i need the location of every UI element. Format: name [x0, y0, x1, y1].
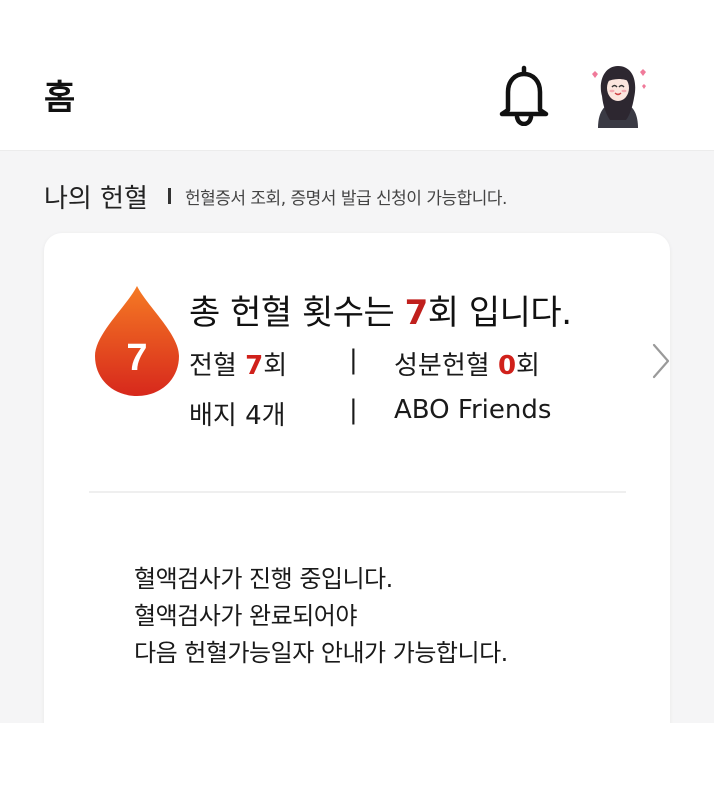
whole-blood-unit: 회 [263, 351, 288, 381]
whole-blood-count: 7 [245, 351, 264, 381]
drop-number: 7 [126, 337, 147, 379]
stat-separator: | [349, 395, 358, 425]
headline-count: 7 [404, 293, 429, 333]
total-donation-headline: 총 헌혈 횟수는 7회 입니다. [189, 285, 572, 334]
section-description: 헌혈증서 조회, 증명서 발급 신청이 가능합니다. [184, 188, 508, 209]
blood-test-notice: 혈액검사가 진행 중입니다. 혈액검사가 완료되어야 다음 헌혈가능일자 안내가… [134, 561, 508, 672]
chevron-right-icon[interactable] [650, 341, 672, 381]
notice-line: 혈액검사가 진행 중입니다. [134, 565, 393, 593]
apheresis-label: 성분헌혈 [394, 351, 498, 381]
section-header: 나의 헌혈 헌혈증서 조회, 증명서 발급 신청이 가능합니다. [44, 176, 507, 216]
bottom-area [0, 723, 714, 801]
card-divider [89, 491, 626, 493]
stat-separator: | [349, 345, 358, 375]
headline-suffix: 회 입니다. [427, 293, 572, 333]
section-title: 나의 헌혈 [44, 183, 148, 214]
whole-blood-label: 전혈 [189, 351, 246, 381]
blood-drop-icon: 7 [95, 286, 179, 396]
profile-avatar[interactable] [584, 58, 652, 130]
notice-line: 혈액검사가 완료되어야 [134, 602, 357, 630]
badge-row: 배지 4개 | ABO Friends [189, 395, 551, 432]
page-title: 홈 [44, 78, 76, 118]
donation-type-row: 전혈 7회 | 성분헌혈 0회 [189, 345, 540, 382]
whole-blood-stat: 전혈 7회 [189, 351, 287, 381]
headline-prefix: 총 헌혈 횟수는 [189, 293, 405, 333]
top-app-bar: 홈 [0, 0, 714, 151]
badge-count: 배지 4개 [189, 401, 286, 431]
apheresis-stat: 성분헌혈 0회 [394, 345, 540, 382]
section-divider [167, 188, 171, 204]
notice-line: 다음 헌혈가능일자 안내가 가능합니다. [134, 639, 508, 667]
bell-icon[interactable] [496, 64, 552, 126]
donation-summary-card[interactable]: 7 총 헌혈 횟수는 7회 입니다. 전혈 7회 | 성분헌혈 0회 배지 4개… [44, 233, 670, 773]
apheresis-unit: 회 [516, 351, 540, 381]
badge-name: ABO Friends [394, 395, 552, 425]
apheresis-count: 0 [497, 351, 517, 381]
